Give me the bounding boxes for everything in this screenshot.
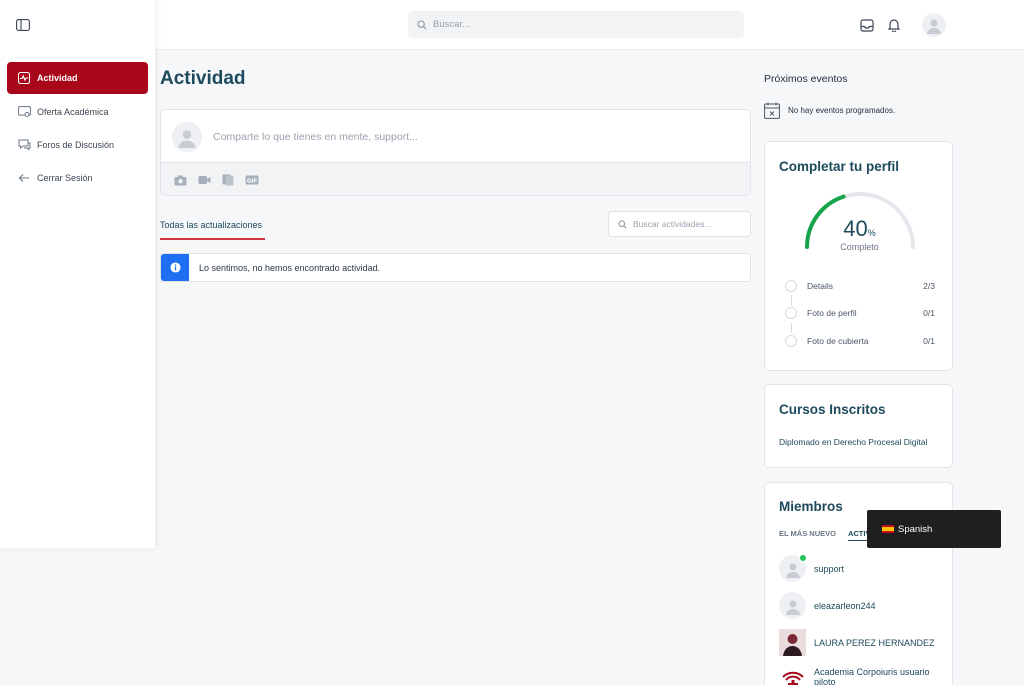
- profile-percent-label: Completo: [840, 242, 879, 252]
- post-input-placeholder[interactable]: Comparte lo que tienes en mente, support…: [213, 131, 418, 143]
- step-label: Foto de perfil: [807, 308, 857, 318]
- step-connector: [791, 295, 792, 305]
- user-photo-icon: [779, 629, 806, 656]
- avatar: [779, 629, 806, 656]
- document-icon[interactable]: [221, 174, 235, 186]
- sidebar-item-label: Cerrar Sesión: [37, 173, 93, 183]
- member-name: Academia Corpoiuris usuario piloto: [814, 667, 930, 685]
- profile-completion-card: Completar tu perfil 40% Completo Details…: [764, 141, 953, 371]
- activity-search[interactable]: [608, 211, 751, 237]
- sidebar-item-label: Foros de Discusión: [37, 140, 115, 150]
- no-events: No hay eventos programados.: [764, 102, 895, 119]
- user-silhouette-icon: [785, 600, 800, 615]
- video-icon[interactable]: [197, 174, 211, 186]
- members-card-title: Miembros: [779, 499, 843, 514]
- user-avatar[interactable]: [922, 13, 946, 37]
- school-icon: [17, 105, 31, 119]
- bell-icon[interactable]: [886, 17, 902, 33]
- profile-percent: 40%: [765, 216, 954, 242]
- courses-card-title: Cursos Inscritos: [779, 402, 886, 417]
- no-events-text: No hay eventos programados.: [788, 106, 896, 115]
- calendar-icon: [764, 102, 780, 119]
- member-name: eleazarleon244: [814, 600, 876, 611]
- alert-text: Lo sentimos, no hemos encontrado activid…: [199, 262, 381, 273]
- search-icon: [417, 19, 427, 30]
- activity-search-input[interactable]: [633, 219, 743, 229]
- step-count: 0/1: [923, 336, 935, 346]
- tab-newest[interactable]: EL MÁS NUEVO: [779, 529, 836, 541]
- user-silhouette-icon: [178, 130, 196, 148]
- avatar: [172, 122, 202, 152]
- member-item[interactable]: Academia Corpoiuris usuario piloto: [779, 665, 949, 685]
- avatar: [779, 592, 806, 619]
- tab-todas-actualizaciones[interactable]: Todas las actualizaciones: [160, 220, 265, 240]
- sidebar-item-oferta-academica[interactable]: Oferta Académica: [7, 96, 148, 128]
- gif-icon[interactable]: GIF: [245, 174, 259, 186]
- online-indicator: [799, 554, 807, 562]
- course-link[interactable]: Diplomado en Derecho Procesal Digital: [779, 437, 927, 447]
- step-status-dot: [785, 307, 797, 319]
- sidebar: Actividad Oferta Académica Foros de Disc…: [0, 0, 155, 548]
- sidebar-item-foros[interactable]: Foros de Discusión: [7, 129, 148, 161]
- no-activity-alert: Lo sentimos, no hemos encontrado activid…: [160, 253, 751, 282]
- step-count: 0/1: [923, 308, 935, 318]
- events-title: Próximos eventos: [764, 73, 848, 85]
- profile-step-foto-cubierta[interactable]: Foto de cubierta 0/1: [785, 334, 935, 348]
- sidebar-toggle-icon[interactable]: [16, 19, 30, 31]
- inbox-icon[interactable]: [859, 17, 875, 33]
- post-composer[interactable]: Comparte lo que tienes en mente, support…: [160, 109, 751, 196]
- svg-text:GIF: GIF: [247, 178, 258, 184]
- post-toolbar: GIF: [161, 162, 750, 195]
- avatar: [779, 554, 807, 582]
- sidebar-item-label: Oferta Académica: [37, 107, 109, 117]
- spain-flag-icon: [882, 525, 894, 533]
- search-icon: [618, 219, 627, 229]
- sidebar-item-actividad[interactable]: Actividad: [7, 62, 148, 94]
- activity-icon: [17, 71, 31, 85]
- member-item[interactable]: LAURA PEREZ HERNANDEZ: [779, 629, 949, 656]
- step-connector: [791, 323, 792, 333]
- profile-percent-sign: %: [867, 228, 876, 238]
- member-item[interactable]: eleazarleon244: [779, 592, 949, 619]
- language-label: Spanish: [898, 523, 933, 535]
- info-icon: [161, 254, 189, 281]
- academy-logo-icon: [781, 671, 804, 685]
- step-status-dot: [785, 335, 797, 347]
- step-label: Foto de cubierta: [807, 336, 869, 346]
- page-title: Actividad: [160, 68, 246, 89]
- member-name: support: [814, 563, 845, 574]
- member-name: LAURA PEREZ HERNANDEZ: [814, 637, 935, 648]
- user-silhouette-icon: [927, 19, 941, 34]
- sidebar-item-cerrar-sesion[interactable]: Cerrar Sesión: [7, 162, 148, 194]
- step-label: Details: [807, 281, 833, 291]
- sidebar-item-label: Actividad: [37, 73, 78, 83]
- profile-step-details[interactable]: Details 2/3: [785, 279, 935, 293]
- member-item[interactable]: support: [779, 554, 949, 582]
- profile-card-title: Completar tu perfil: [779, 159, 900, 174]
- chat-icon: [17, 138, 31, 152]
- profile-step-foto-perfil[interactable]: Foto de perfil 0/1: [785, 306, 935, 320]
- camera-icon[interactable]: [173, 174, 187, 186]
- avatar: [779, 665, 806, 685]
- courses-card: Cursos Inscritos Diplomado en Derecho Pr…: [764, 384, 953, 468]
- step-status-dot: [785, 280, 797, 292]
- language-switcher[interactable]: Spanish: [867, 510, 1001, 548]
- global-search[interactable]: [408, 11, 744, 38]
- global-search-input[interactable]: [433, 19, 713, 30]
- user-silhouette-icon: [785, 563, 800, 578]
- step-count: 2/3: [923, 281, 935, 291]
- profile-percent-value: 40: [843, 216, 868, 241]
- arrow-left-icon: [17, 171, 31, 185]
- members-tabs: EL MÁS NUEVO ACTIV: [779, 529, 871, 541]
